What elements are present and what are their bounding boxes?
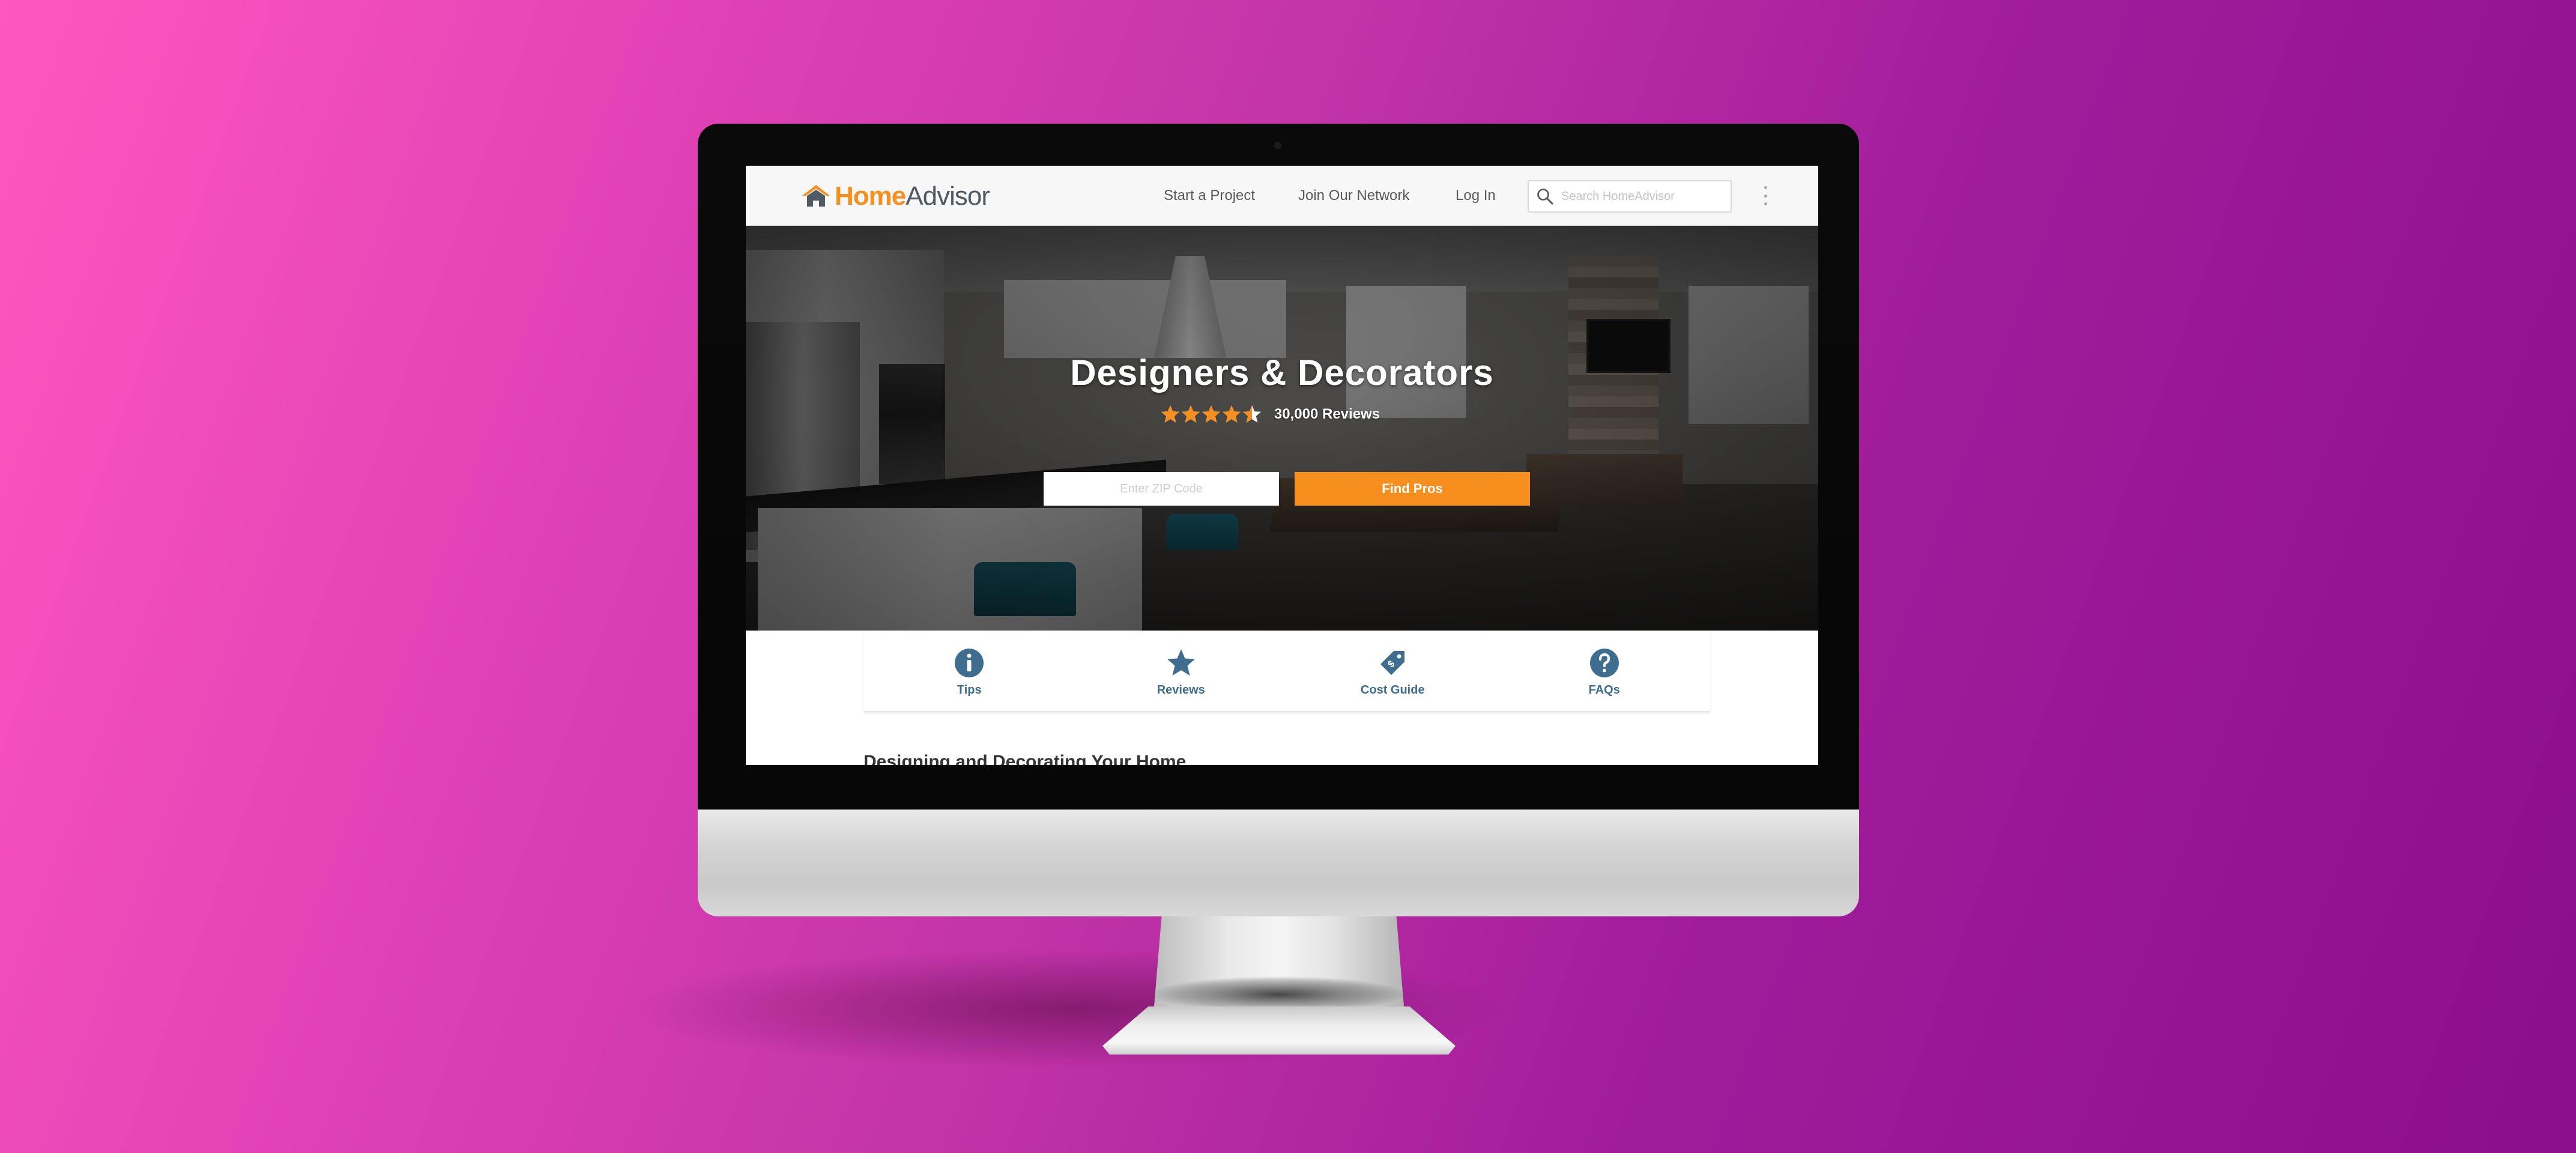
quick-link-tips[interactable]: Tips: [863, 632, 1075, 711]
site-header: Home Advisor Start a Project Join Our Ne…: [746, 166, 1818, 226]
rating-star-icon: [1181, 405, 1200, 423]
section-heading: Designing and Decorating Your Home: [863, 752, 1187, 765]
search-box[interactable]: [1528, 180, 1732, 213]
star-icon: [1167, 649, 1195, 676]
nav-join-network[interactable]: Join Our Network: [1298, 166, 1409, 226]
homeadvisor-logo[interactable]: Home Advisor: [800, 181, 990, 211]
logo-text-home: Home: [835, 181, 906, 211]
zip-code-input[interactable]: [1044, 472, 1279, 506]
hero-dark-overlay: [746, 226, 1818, 631]
monitor-screen: Home Advisor Start a Project Join Our Ne…: [746, 166, 1818, 765]
quick-link-label: Reviews: [1156, 683, 1205, 697]
page-title: Designers & Decorators: [1070, 353, 1494, 393]
info-icon: [955, 649, 984, 677]
monitor-camera: [1274, 142, 1281, 149]
more-menu-icon[interactable]: [1758, 184, 1773, 208]
quick-links-bar: Tips Reviews $ Cost Guide FAQs: [863, 632, 1710, 712]
rating-star-icon: [1202, 405, 1220, 423]
quick-link-label: Cost Guide: [1360, 683, 1425, 697]
quick-link-label: FAQs: [1588, 683, 1620, 697]
star-rating: [1160, 404, 1262, 425]
monitor-stand-foot: [1102, 1006, 1456, 1055]
nav-log-in[interactable]: Log In: [1456, 166, 1496, 226]
search-icon: [1537, 189, 1553, 205]
nav-start-project[interactable]: Start a Project: [1164, 166, 1255, 226]
rating-row[interactable]: 30,000 Reviews: [746, 404, 1818, 425]
quick-link-faqs[interactable]: FAQs: [1499, 632, 1711, 711]
rating-star-icon: [1161, 405, 1179, 423]
find-pros-button[interactable]: Find Pros: [1295, 472, 1530, 506]
quick-link-reviews[interactable]: Reviews: [1075, 632, 1287, 711]
question-icon: [1589, 649, 1619, 677]
quick-link-cost-guide[interactable]: $ Cost Guide: [1287, 632, 1499, 711]
quick-link-label: Tips: [957, 683, 982, 697]
hero-banner: Designers & Decorators 30,000 Reviews Fi…: [746, 226, 1818, 631]
search-input[interactable]: [1561, 189, 1723, 204]
rating-star-icon: [1222, 405, 1241, 423]
logo-text-advisor: Advisor: [906, 181, 990, 211]
rating-star-icon: [1242, 405, 1261, 423]
price-tag-icon: $: [1380, 651, 1405, 675]
monitor-chin: [698, 810, 1859, 916]
house-logo-icon: [802, 185, 830, 207]
reviews-count[interactable]: 30,000 Reviews: [1274, 406, 1380, 423]
